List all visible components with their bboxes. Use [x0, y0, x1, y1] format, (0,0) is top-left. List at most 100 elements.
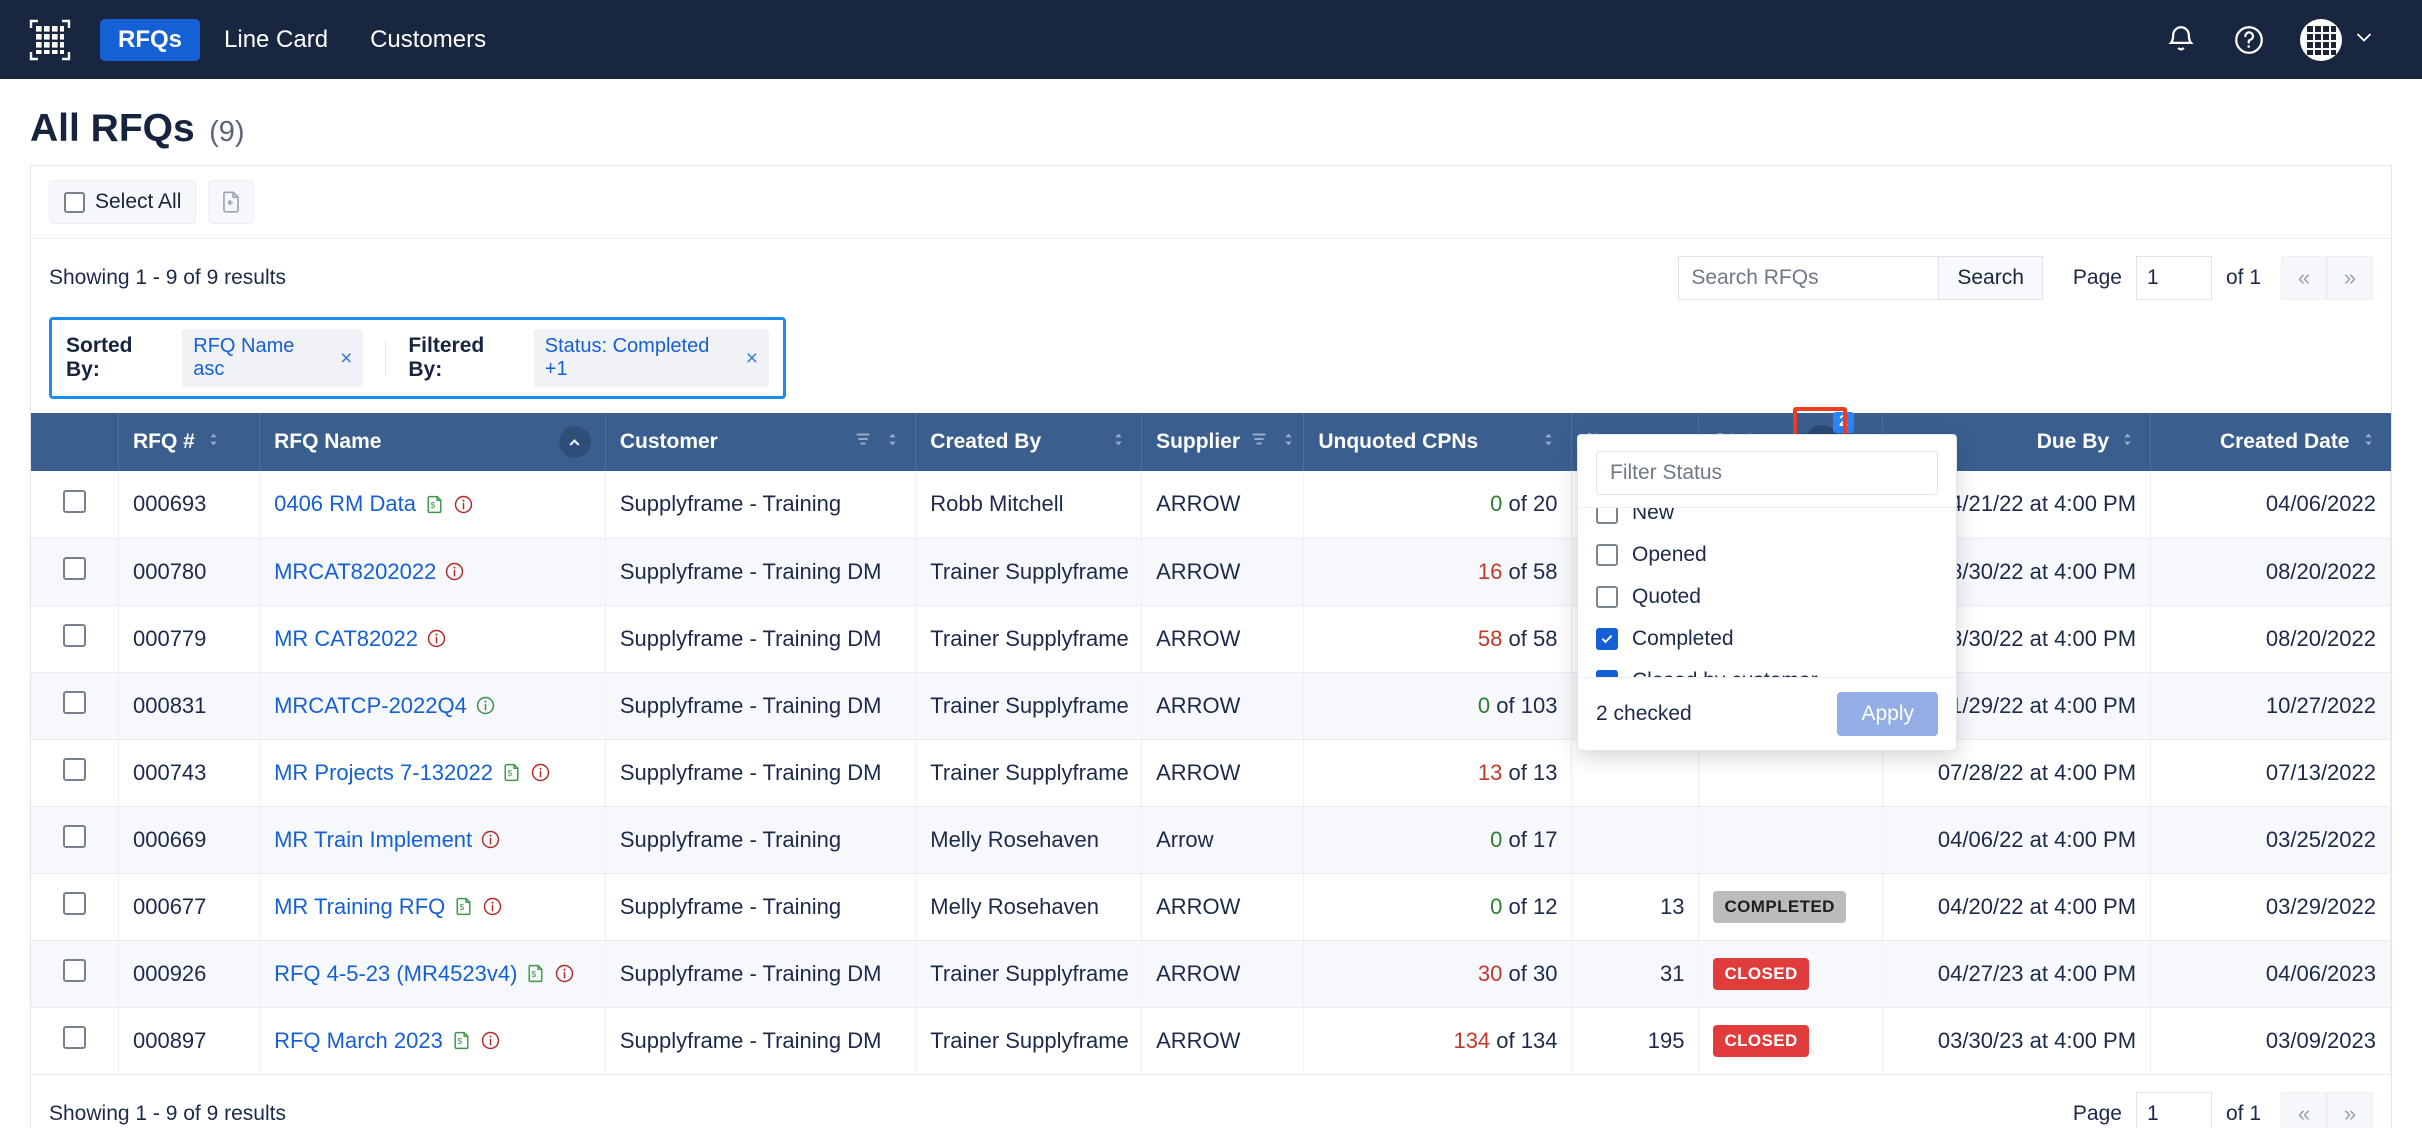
- sort-icon[interactable]: [1540, 430, 1557, 454]
- page-number-input-bottom[interactable]: [2135, 1091, 2212, 1128]
- status-option-opened[interactable]: Opened: [1596, 539, 1938, 571]
- grid-logo[interactable]: [28, 18, 72, 62]
- info-icon[interactable]: [530, 762, 551, 783]
- rfq-name-link[interactable]: RFQ March 2023: [274, 1028, 443, 1054]
- checkbox-checked[interactable]: [1596, 670, 1618, 677]
- status-option-quoted[interactable]: Quoted: [1596, 581, 1938, 613]
- sort-icon[interactable]: [884, 430, 901, 454]
- row-checkbox[interactable]: [62, 758, 86, 781]
- info-icon[interactable]: [453, 494, 474, 515]
- status-filter-search-input[interactable]: [1596, 451, 1938, 495]
- sort-icon[interactable]: [205, 430, 222, 454]
- row-checkbox[interactable]: [62, 892, 86, 915]
- select-all-button[interactable]: Select All: [49, 180, 197, 224]
- page-number-input[interactable]: [2135, 256, 2212, 300]
- table-row[interactable]: 000926 RFQ 4-5-23 (MR4523v4) $ Supplyframe …: [31, 940, 2391, 1008]
- row-checkbox[interactable]: [62, 557, 86, 580]
- col-customer[interactable]: Customer: [605, 413, 917, 471]
- row-select-cell[interactable]: [31, 1007, 119, 1075]
- row-select-cell[interactable]: [31, 471, 119, 539]
- col-rfq-name[interactable]: RFQ Name: [259, 413, 606, 471]
- table-row[interactable]: 000693 0406 RM Data $ Supplyframe - Trainin…: [31, 471, 2391, 539]
- nav-item-line-card[interactable]: Line Card: [206, 19, 346, 61]
- rfq-name-cell[interactable]: RFQ 4-5-23 (MR4523v4) $: [259, 940, 606, 1008]
- quote-doc-icon[interactable]: $: [453, 896, 474, 917]
- col-rfq-number[interactable]: RFQ #: [118, 413, 261, 471]
- remove-filter-icon[interactable]: ×: [746, 348, 758, 369]
- filter-icon[interactable]: [854, 430, 872, 454]
- row-select-cell[interactable]: [31, 873, 119, 941]
- table-row[interactable]: 000677 MR Training RFQ $ Supplyframe - Trai…: [31, 873, 2391, 941]
- table-row[interactable]: 000779 MR CAT82022 Supplyframe - Training …: [31, 605, 2391, 673]
- table-row[interactable]: 000743 MR Projects 7-132022 $ Supplyframe -…: [31, 739, 2391, 807]
- sort-icon[interactable]: [1280, 430, 1297, 454]
- checkbox-unchecked[interactable]: [1596, 586, 1618, 608]
- info-icon[interactable]: [444, 561, 465, 582]
- sort-icon[interactable]: [1110, 430, 1127, 454]
- rfq-name-link[interactable]: MRCATCP-2022Q4: [274, 693, 467, 719]
- bell-icon[interactable]: [2164, 23, 2198, 57]
- checkbox-unchecked[interactable]: [1596, 508, 1618, 524]
- rfq-name-cell[interactable]: RFQ March 2023 $: [259, 1007, 606, 1075]
- rfq-name-link[interactable]: MRCAT8202022: [274, 559, 436, 585]
- help-circle-icon[interactable]: [2232, 23, 2266, 57]
- search-input[interactable]: [1678, 256, 1939, 300]
- remove-sort-icon[interactable]: ×: [340, 348, 352, 369]
- rfq-name-link[interactable]: MR Training RFQ: [274, 894, 445, 920]
- col-unquoted-cpns[interactable]: Unquoted CPNs: [1303, 413, 1573, 471]
- col-created-date[interactable]: Created Date: [2150, 413, 2391, 471]
- checkbox-unchecked[interactable]: [1596, 544, 1618, 566]
- table-row[interactable]: 000831 MRCATCP-2022Q4 Supplyframe - Traini…: [31, 672, 2391, 740]
- rfq-name-cell[interactable]: MR Train Implement: [259, 806, 606, 874]
- select-all-checkbox[interactable]: [64, 191, 85, 213]
- row-checkbox[interactable]: [62, 825, 86, 848]
- apply-button[interactable]: Apply: [1837, 692, 1938, 736]
- row-checkbox[interactable]: [62, 959, 86, 982]
- quote-doc-icon[interactable]: $: [451, 1030, 472, 1051]
- rfq-name-link[interactable]: MR Train Implement: [274, 827, 472, 853]
- next-page-button[interactable]: »: [2327, 256, 2373, 300]
- prev-page-button[interactable]: «: [2281, 256, 2327, 300]
- chevron-down-icon[interactable]: [2352, 25, 2376, 54]
- info-icon[interactable]: [475, 695, 496, 716]
- row-checkbox[interactable]: [62, 691, 86, 714]
- status-option-closed-by-customer[interactable]: Closed by customer: [1596, 665, 1938, 677]
- next-page-button-bottom[interactable]: »: [2327, 1091, 2373, 1128]
- rfq-name-cell[interactable]: MRCAT8202022: [259, 538, 606, 606]
- quote-doc-icon[interactable]: $: [424, 494, 445, 515]
- rfq-name-link[interactable]: RFQ 4-5-23 (MR4523v4): [274, 961, 517, 987]
- rfq-name-link[interactable]: MR CAT82022: [274, 626, 418, 652]
- checkbox-checked[interactable]: [1596, 628, 1618, 650]
- table-row[interactable]: 000669 MR Train Implement Supplyframe - Tr…: [31, 806, 2391, 874]
- rfq-name-cell[interactable]: MR Projects 7-132022 $: [259, 739, 606, 807]
- row-select-cell[interactable]: [31, 605, 119, 673]
- info-icon[interactable]: [554, 963, 575, 984]
- sort-icon[interactable]: [2360, 430, 2377, 454]
- filter-icon[interactable]: [1250, 430, 1268, 454]
- search-button[interactable]: Search: [1938, 256, 2043, 300]
- info-icon[interactable]: [480, 829, 501, 850]
- sort-icon[interactable]: [2119, 430, 2136, 454]
- table-row[interactable]: 000897 RFQ March 2023 $ Supplyframe - Train…: [31, 1007, 2391, 1075]
- user-menu[interactable]: [2300, 18, 2376, 61]
- row-checkbox[interactable]: [62, 489, 86, 513]
- row-select-cell[interactable]: [31, 940, 119, 1008]
- info-icon[interactable]: [426, 628, 447, 649]
- quote-doc-icon[interactable]: $: [501, 762, 522, 783]
- filter-chip[interactable]: Status: Completed +1 ×: [533, 329, 769, 387]
- rfq-name-cell[interactable]: 0406 RM Data $: [259, 471, 606, 539]
- rfq-name-link[interactable]: 0406 RM Data: [274, 491, 416, 517]
- sort-icon-active-asc[interactable]: [558, 426, 591, 458]
- rfq-name-cell[interactable]: MR CAT82022: [259, 605, 606, 673]
- nav-item-customers[interactable]: Customers: [352, 19, 504, 61]
- table-row[interactable]: 000780 MRCAT8202022 Supplyframe - Training…: [31, 538, 2391, 606]
- row-select-cell[interactable]: [31, 739, 119, 807]
- row-select-cell[interactable]: [31, 806, 119, 874]
- rfq-name-cell[interactable]: MR Training RFQ $: [259, 873, 606, 941]
- rfq-name-cell[interactable]: MRCATCP-2022Q4: [259, 672, 606, 740]
- row-checkbox[interactable]: [62, 624, 86, 647]
- col-created-by[interactable]: Created By: [915, 413, 1143, 471]
- rfq-name-link[interactable]: MR Projects 7-132022: [274, 760, 493, 786]
- col-supplier[interactable]: Supplier: [1141, 413, 1305, 471]
- sort-chip[interactable]: RFQ Name asc ×: [182, 329, 364, 387]
